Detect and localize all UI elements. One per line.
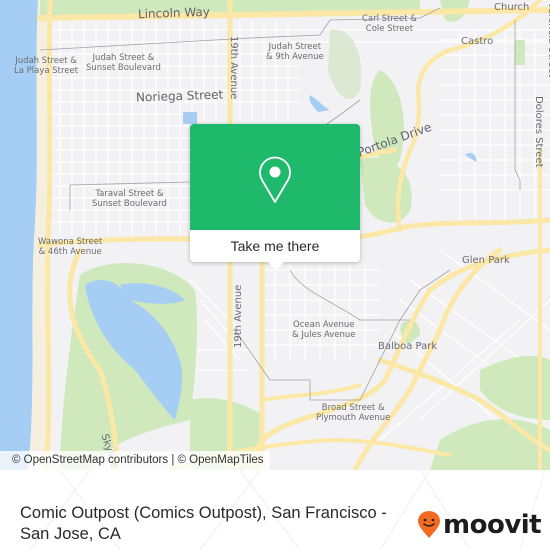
place-name: Comic Outpost (Comics Outpost), San Fran… — [20, 504, 387, 543]
label-line: La Playa Street — [14, 66, 79, 76]
label-line: & Jules Avenue — [292, 330, 356, 340]
label-judah-sunset: Judah Street & Sunset Boulevard — [86, 53, 161, 73]
label-line: Sunset Boulevard — [86, 63, 161, 73]
label-line: Broad Street & — [321, 403, 385, 413]
label-valencia-street: Valencia Street — [546, 2, 550, 78]
label-line: Judah Street & — [92, 53, 155, 63]
label-line: & 9th Avenue — [266, 52, 324, 62]
moovit-pin-icon — [418, 511, 440, 538]
label-balboa-park: Balboa Park — [378, 341, 438, 352]
label-line: Sunset Boulevard — [92, 199, 167, 209]
label-line: Ocean Avenue — [293, 320, 355, 330]
moovit-wordmark: moovit — [443, 510, 542, 540]
map-view[interactable]: Lincoln Way Judah Street & La Playa Stre… — [0, 0, 550, 470]
take-me-there-button[interactable]: Take me there — [190, 230, 360, 262]
footer: Comic Outpost (Comics Outpost), San Fran… — [0, 470, 550, 550]
label-judah-la-playa: Judah Street & La Playa Street — [14, 56, 78, 76]
label-judah-9th: Judah Street & 9th Avenue — [266, 42, 324, 62]
label-dolores-street: Dolores Street — [533, 96, 544, 168]
label-glen-park: Glen Park — [462, 255, 510, 266]
map-attribution[interactable]: © OpenStreetMap contributors | © OpenMap… — [0, 451, 270, 470]
label-carl-cole: Carl Street & Cole Street — [362, 14, 417, 34]
label-line: Cole Street — [365, 24, 414, 34]
label-line: Judah Street — [268, 42, 322, 52]
label-19th-avenue-north: 19th Avenue — [228, 36, 239, 100]
moovit-logo[interactable]: moovit — [417, 510, 542, 540]
label-lincoln-way: Lincoln Way — [137, 4, 211, 22]
label-19th-avenue-south: 19th Avenue — [233, 284, 244, 348]
popup-header[interactable] — [190, 124, 360, 230]
label-church: Church — [494, 2, 530, 13]
label-line: Judah Street & — [15, 56, 77, 66]
map-pin-icon — [259, 156, 291, 203]
label-line: Taraval Street & — [95, 189, 164, 199]
label-line: Carl Street & — [362, 14, 417, 24]
label-line: Plymouth Avenue — [316, 413, 391, 423]
label-wawona-46th: Wawona Street & 46th Avenue — [38, 237, 102, 257]
label-broad-plymouth: Broad Street & Plymouth Avenue — [316, 403, 390, 423]
label-line: Wawona Street — [38, 237, 103, 247]
label-line: & 46th Avenue — [38, 247, 102, 257]
take-me-there-popup[interactable]: Take me there — [190, 124, 360, 270]
popup-pointer — [268, 262, 284, 270]
label-taraval-sunset: Taraval Street & Sunset Boulevard — [92, 189, 167, 209]
label-castro: Castro — [461, 36, 494, 47]
label-ocean-jules: Ocean Avenue & Jules Avenue — [292, 320, 356, 340]
